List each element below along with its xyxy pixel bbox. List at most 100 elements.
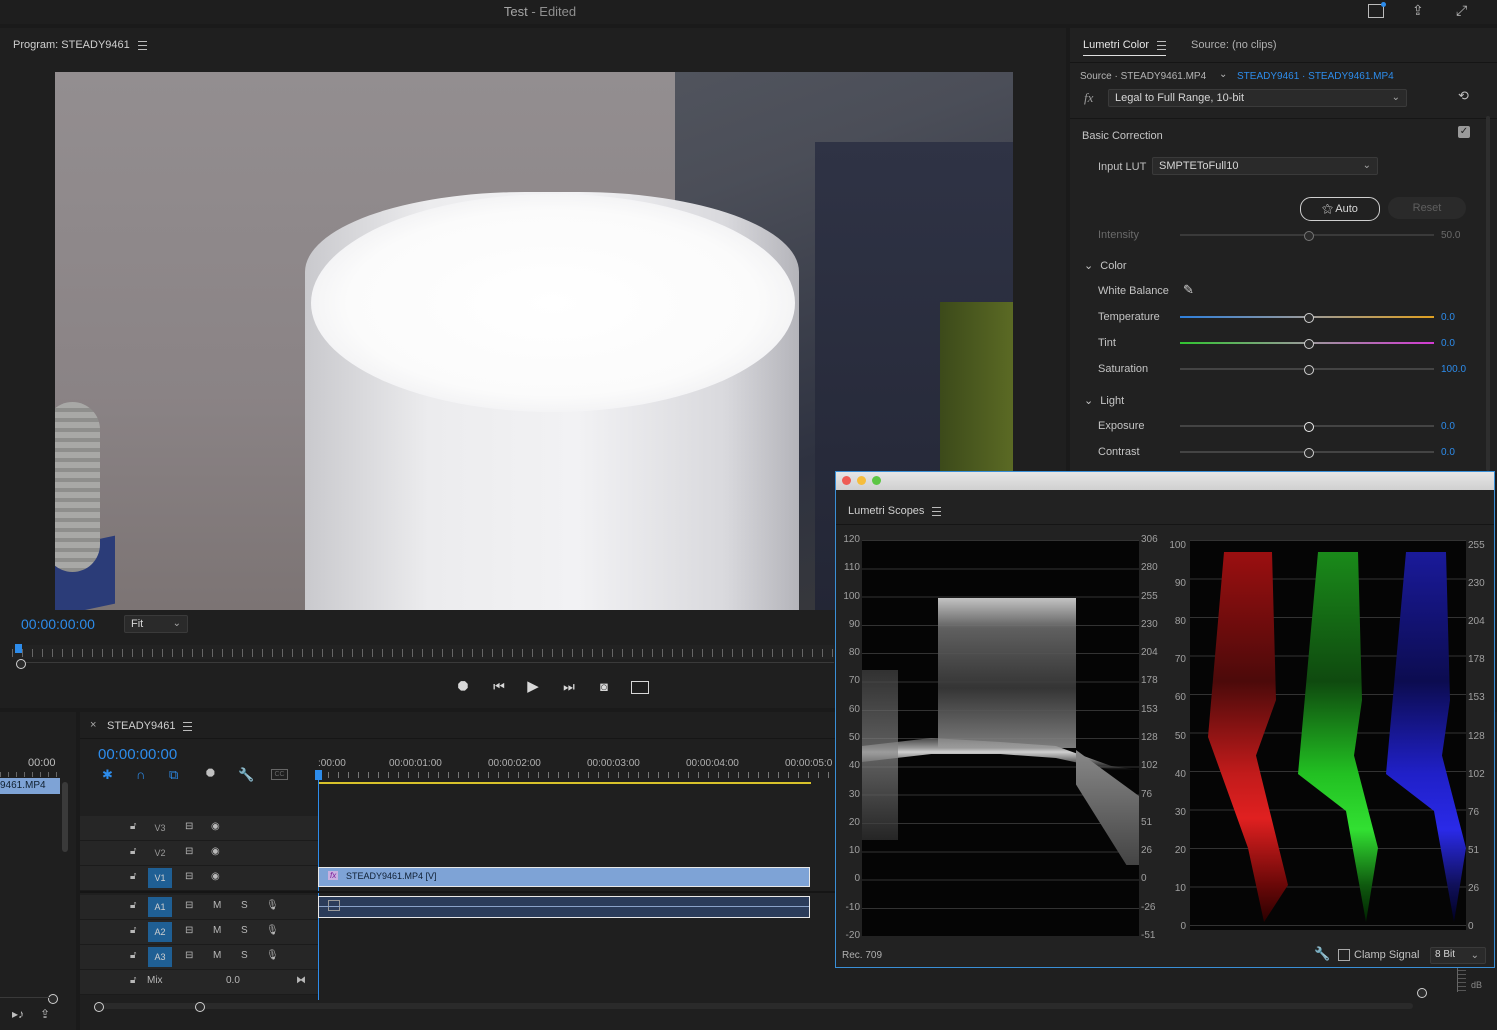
playhead-head[interactable] xyxy=(315,770,322,780)
sequence-tab[interactable]: STEADY9461 xyxy=(107,720,193,732)
zoom-window-button[interactable] xyxy=(872,476,881,485)
reset-effect-icon[interactable]: ⟲ xyxy=(1458,88,1469,104)
contrast-knob[interactable] xyxy=(1304,448,1314,458)
track-v2[interactable]: 🔓︎ V2 ⊟ ◉ xyxy=(80,841,318,866)
temperature-value[interactable]: 0.0 xyxy=(1441,312,1455,323)
lock-icon[interactable]: 🔓︎ xyxy=(130,975,136,986)
add-marker-icon[interactable]: ⯃ xyxy=(453,679,473,695)
source-label[interactable]: Source · STEADY9461.MP4 xyxy=(1080,71,1206,82)
track-a1[interactable]: 🔓︎ A1 ⊟ M S 🎙︎ xyxy=(80,895,318,920)
mute-button[interactable]: M xyxy=(213,900,221,911)
tab-source[interactable]: Source: (no clips) xyxy=(1191,39,1277,51)
track-a3[interactable]: 🔓︎ A3 ⊟ M S 🎙︎ xyxy=(80,945,318,970)
safe-margins-icon[interactable] xyxy=(631,681,649,694)
fx-preset-dropdown[interactable]: Legal to Full Range, 10-bit ⌄ xyxy=(1108,89,1407,107)
project-zoom-handle[interactable] xyxy=(48,994,58,1004)
saturation-knob[interactable] xyxy=(1304,365,1314,375)
sync-lock-icon[interactable]: ⊟ xyxy=(185,925,193,936)
timeline-scrollbar[interactable] xyxy=(98,1003,1413,1009)
close-tab-icon[interactable]: × xyxy=(90,719,96,731)
program-timecode[interactable]: 00:00:00:00 xyxy=(21,616,95,632)
audio-clip-mixer-icon[interactable]: ▸♪ xyxy=(12,1007,24,1021)
saturation-value[interactable]: 100.0 xyxy=(1441,364,1466,375)
intensity-value[interactable]: 50.0 xyxy=(1441,230,1460,241)
minimize-window-button[interactable] xyxy=(857,476,866,485)
add-marker-icon[interactable]: ⯃ xyxy=(206,768,215,781)
tint-knob[interactable] xyxy=(1304,339,1314,349)
program-monitor-header[interactable]: Program: STEADY9461 xyxy=(13,39,147,51)
temperature-knob[interactable] xyxy=(1304,313,1314,323)
mute-button[interactable]: M xyxy=(213,950,221,961)
time-ruler[interactable]: :00:00 00:00:01:00 00:00:02:00 00:00:03:… xyxy=(318,752,838,784)
auto-button[interactable]: ⚝ Auto xyxy=(1300,197,1380,221)
track-a2[interactable]: 🔓︎ A2 ⊟ M S 🎙︎ xyxy=(80,920,318,945)
lock-icon[interactable]: 🔓︎ xyxy=(130,950,136,961)
exposure-value[interactable]: 0.0 xyxy=(1441,421,1455,432)
insert-nested-icon[interactable]: ⧉ xyxy=(169,767,178,783)
program-scrubber[interactable] xyxy=(12,644,834,659)
track-label[interactable]: V1 xyxy=(148,868,172,888)
lock-icon[interactable]: 🔓︎ xyxy=(130,871,136,882)
scroll-handle-right[interactable] xyxy=(195,1002,205,1012)
share-icon[interactable]: ⇪ xyxy=(1412,2,1424,19)
playhead-marker[interactable] xyxy=(15,644,22,653)
mute-button[interactable]: M xyxy=(213,925,221,936)
chevron-down-icon[interactable]: ⌄ xyxy=(1219,69,1227,80)
track-label[interactable]: V3 xyxy=(148,818,172,838)
sync-lock-icon[interactable]: ⊟ xyxy=(185,846,193,857)
color-space-label[interactable]: Rec. 709 xyxy=(842,950,882,961)
contrast-value[interactable]: 0.0 xyxy=(1441,447,1455,458)
basic-correction-checkbox[interactable]: ✓ xyxy=(1458,126,1470,138)
lock-icon[interactable]: 🔓︎ xyxy=(130,900,136,911)
step-back-icon[interactable]: ⏮ xyxy=(489,679,509,695)
wrench-icon[interactable]: 🔧 xyxy=(238,767,254,783)
intensity-knob[interactable] xyxy=(1304,231,1314,241)
project-clip[interactable]: 9461.MP4 xyxy=(0,778,60,794)
project-scrollbar[interactable] xyxy=(62,782,68,852)
lock-icon[interactable]: 🔓︎ xyxy=(130,846,136,857)
microphone-icon[interactable]: 🎙︎ xyxy=(266,950,279,961)
lock-icon[interactable]: 🔓︎ xyxy=(130,925,136,936)
step-forward-icon[interactable]: ⏭ xyxy=(559,679,579,695)
light-section-toggle[interactable]: ⌄ Light xyxy=(1084,394,1124,407)
lock-icon[interactable]: 🔓︎ xyxy=(130,821,136,832)
track-mix[interactable]: 🔓︎ Mix 0.0 ⧓ xyxy=(80,970,318,995)
workspace-icon[interactable] xyxy=(1368,2,1386,18)
sync-lock-icon[interactable]: ⊟ xyxy=(185,821,193,832)
exposure-knob[interactable] xyxy=(1304,422,1314,432)
sync-lock-icon[interactable]: ⊟ xyxy=(185,900,193,911)
scroll-handle-left[interactable] xyxy=(94,1002,104,1012)
export-frame-icon[interactable]: ◙ xyxy=(594,679,614,694)
eye-icon[interactable]: ◉ xyxy=(211,871,220,882)
play-icon[interactable]: ▶ xyxy=(523,677,543,695)
track-label[interactable]: V2 xyxy=(148,843,172,863)
eyedropper-icon[interactable]: ✎ xyxy=(1183,282,1194,298)
panel-menu-icon[interactable] xyxy=(1157,40,1167,50)
panel-menu-icon[interactable] xyxy=(137,40,147,50)
eye-icon[interactable]: ◉ xyxy=(211,821,220,832)
panel-menu-icon[interactable] xyxy=(183,721,193,731)
zoom-handle[interactable] xyxy=(16,659,26,669)
microphone-icon[interactable]: 🎙︎ xyxy=(266,925,279,936)
panel-menu-icon[interactable] xyxy=(932,506,942,516)
solo-button[interactable]: S xyxy=(241,950,248,961)
color-section-toggle[interactable]: ⌄ Color xyxy=(1084,259,1127,272)
sync-lock-icon[interactable]: ⊟ xyxy=(185,950,193,961)
sync-lock-icon[interactable]: ⊟ xyxy=(185,871,193,882)
input-lut-dropdown[interactable]: SMPTEToFull10 ⌄ xyxy=(1152,157,1378,175)
vertical-zoom-handle[interactable] xyxy=(1417,988,1427,998)
clamp-signal-checkbox[interactable] xyxy=(1338,949,1350,961)
track-label[interactable]: A2 xyxy=(148,922,172,942)
basic-correction-title[interactable]: Basic Correction xyxy=(1082,130,1163,142)
snap-icon[interactable]: ✱ xyxy=(102,767,113,783)
solo-button[interactable]: S xyxy=(241,900,248,911)
tint-value[interactable]: 0.0 xyxy=(1441,338,1455,349)
go-to-edit-icon[interactable]: ⧓ xyxy=(296,975,306,986)
solo-button[interactable]: S xyxy=(241,925,248,936)
export-icon[interactable]: ⇪ xyxy=(40,1007,50,1021)
bit-depth-dropdown[interactable]: 8 Bit ⌄ xyxy=(1430,947,1486,964)
video-clip[interactable]: fx STEADY9461.MP4 [V] xyxy=(318,867,810,887)
sequence-timecode[interactable]: 00:00:00:00 xyxy=(98,746,177,763)
eye-icon[interactable]: ◉ xyxy=(211,846,220,857)
linked-selection-icon[interactable]: ∩ xyxy=(136,767,145,782)
